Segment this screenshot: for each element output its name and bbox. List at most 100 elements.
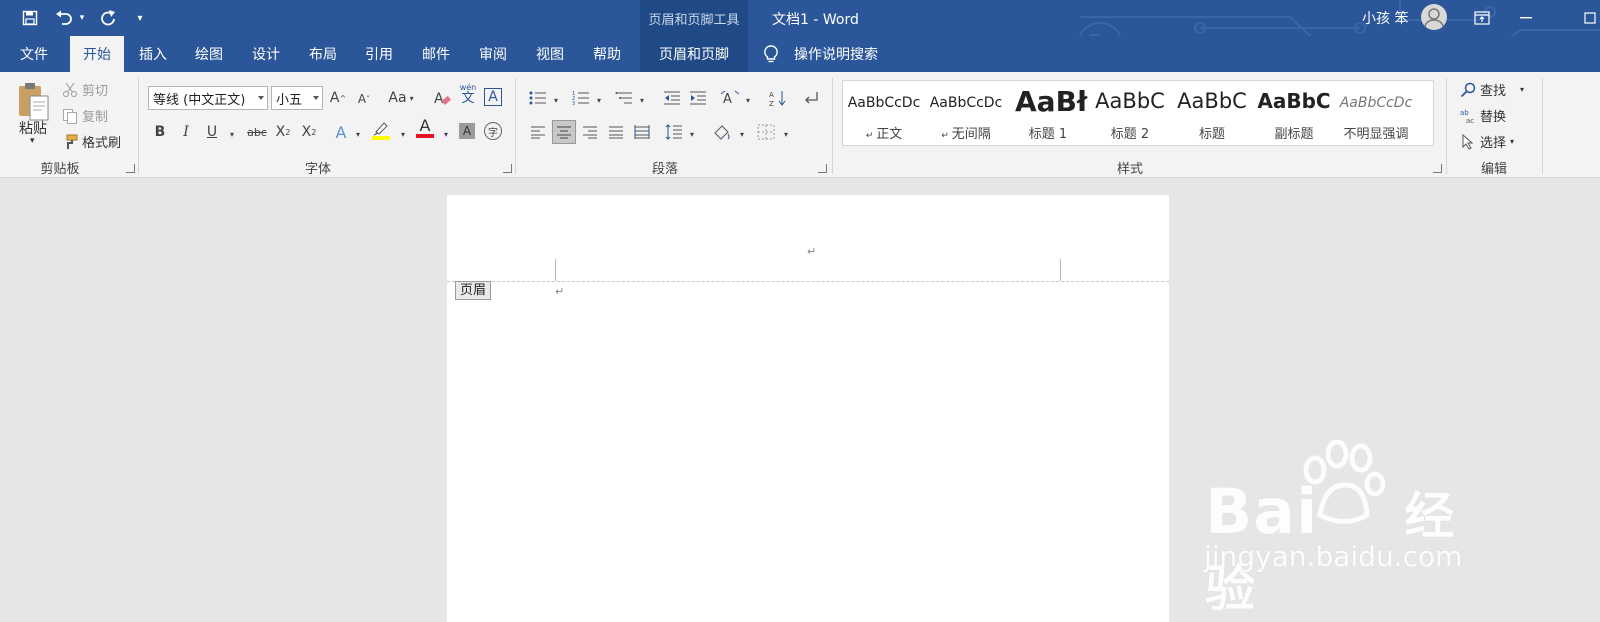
italic-button[interactable]: I [176,122,196,142]
numbering-dropdown-icon[interactable]: ▾ [593,90,605,110]
user-name[interactable]: 小孩 笨 [1362,8,1408,28]
cut-button[interactable]: 剪切 [62,80,108,99]
shading-dropdown-icon[interactable]: ▾ [736,124,748,144]
tab-references[interactable]: 引用 [354,36,404,72]
paste-label[interactable]: 粘贴 [19,118,47,138]
align-right-icon[interactable] [580,122,600,142]
tab-design[interactable]: 设计 [241,36,291,72]
font-family-select[interactable]: 等线 (中文正文) [148,86,268,110]
bullets-dropdown-icon[interactable]: ▾ [550,90,562,110]
copy-button[interactable]: 复制 [62,106,108,125]
change-case-button[interactable]: Aa ▾ [385,88,417,108]
tab-layout[interactable]: 布局 [298,36,348,72]
grow-font-button[interactable]: A ^ [328,88,348,108]
line-spacing-dropdown-icon[interactable]: ▾ [686,124,698,144]
format-painter-button[interactable]: 格式刷 [62,132,121,151]
undo-dropdown-icon[interactable]: ▾ [77,6,87,30]
select-button[interactable]: 选择 ▾ [1460,132,1514,151]
align-center-icon[interactable] [552,120,576,144]
minimize-icon[interactable] [1516,6,1536,30]
style-heading-2[interactable]: AaBbC 标题 2 [1089,81,1171,147]
phonetic-guide-icon[interactable]: wén 文 [458,83,478,106]
style-subtitle[interactable]: AaBbC 副标题 [1253,81,1335,147]
highlight-dropdown-icon[interactable]: ▾ [397,124,409,144]
tab-insert[interactable]: 插入 [128,36,178,72]
chinese-layout-dropdown-icon[interactable]: ▾ [742,90,754,110]
style-no-spacing[interactable]: AaBbCcDc ↵ 无间隔 [925,81,1007,147]
shading-icon[interactable] [712,122,732,142]
watermark-logo-text: Bai [1205,475,1319,548]
paragraph-launcher-icon[interactable] [818,164,827,173]
tab-home[interactable]: 开始 [70,36,124,72]
tab-review[interactable]: 审阅 [468,36,518,72]
style-heading-1[interactable]: AaBł 标题 1 [1007,81,1089,147]
font-launcher-icon[interactable] [503,164,512,173]
maximize-icon[interactable] [1580,6,1600,30]
chinese-layout-icon[interactable]: A [720,88,740,108]
show-formatting-marks-icon[interactable] [800,88,820,108]
customize-quick-access-icon[interactable]: ▾ [134,6,146,30]
style-preview: AaBbC [1177,89,1247,113]
shrink-font-button[interactable]: Aˇ [354,89,374,109]
clear-formatting-icon[interactable]: A [432,88,452,108]
character-border-icon[interactable]: A [484,88,502,106]
style-title[interactable]: AaBbC 标题 [1171,81,1253,147]
save-icon[interactable] [20,6,40,30]
underline-dropdown-icon[interactable]: ▾ [226,124,238,144]
sort-icon[interactable]: AZ [768,88,788,108]
replace-icon: abac [1460,109,1474,124]
ribbon-display-options-icon[interactable] [1472,6,1492,30]
multilevel-list-icon[interactable] [614,88,634,108]
document-page[interactable]: ↵ 页眉 ↵ [447,195,1169,622]
subscript-button[interactable]: X2 [273,122,293,142]
phonetic-char: 文 [461,90,475,106]
editing-group-label: 编辑 [1480,162,1507,177]
font-color-button[interactable]: A [415,118,435,138]
decrease-indent-icon[interactable] [662,88,682,108]
tell-me-search[interactable]: 操作说明搜索 [762,36,878,72]
bullets-icon[interactable] [528,88,548,108]
find-dropdown-icon[interactable]: ▾ [1520,85,1524,94]
highlight-color-button[interactable] [371,120,391,140]
numbering-icon[interactable]: 123 [571,88,591,108]
replace-button[interactable]: ab ac 替换 [1460,106,1506,126]
borders-dropdown-icon[interactable]: ▾ [780,124,792,144]
line-spacing-icon[interactable] [664,122,684,142]
tab-help[interactable]: 帮助 [582,36,632,72]
align-left-icon[interactable] [528,122,548,142]
find-label: 查找 [1480,84,1507,99]
distributed-icon[interactable] [632,122,652,142]
justify-icon[interactable] [606,122,626,142]
tab-file[interactable]: 文件 [8,36,60,72]
crop-mark [555,259,556,281]
underline-button[interactable]: U [202,122,222,142]
tab-draw[interactable]: 绘图 [184,36,234,72]
tab-view[interactable]: 视图 [525,36,575,72]
text-effects-button[interactable]: A [331,122,351,142]
redo-icon[interactable] [97,6,119,30]
style-subtle-emphasis[interactable]: AaBbCcDc 不明显强调 [1335,81,1417,147]
increase-indent-icon[interactable] [688,88,708,108]
undo-icon[interactable] [53,6,75,30]
styles-launcher-icon[interactable] [1433,164,1442,173]
character-shading-button[interactable]: A [459,123,475,139]
strikethrough-button[interactable]: abc [246,122,268,142]
font-color-dropdown-icon[interactable]: ▾ [440,124,452,144]
superscript-button[interactable]: X2 [299,122,319,142]
font-size-select[interactable]: 小五 [271,86,323,110]
select-label: 选择 [1480,136,1507,151]
style-normal[interactable]: AaBbCcDc ↵ 正文 [843,81,925,147]
enclose-characters-button[interactable]: 字 [484,122,502,140]
text-effects-dropdown-icon[interactable]: ▾ [352,124,364,144]
borders-icon[interactable] [756,122,776,142]
clipboard-launcher-icon[interactable] [126,164,135,173]
select-dropdown-icon[interactable]: ▾ [1510,137,1514,146]
svg-text:Z: Z [769,100,774,107]
multilevel-dropdown-icon[interactable]: ▾ [636,90,648,110]
bold-button[interactable]: B [150,122,170,142]
avatar[interactable] [1421,4,1447,30]
paste-dropdown-icon[interactable]: ▾ [30,136,35,146]
tab-mailings[interactable]: 邮件 [411,36,461,72]
tab-header-footer[interactable]: 页眉和页脚 [640,36,748,72]
find-button[interactable]: 查找 ▾ [1460,80,1524,99]
